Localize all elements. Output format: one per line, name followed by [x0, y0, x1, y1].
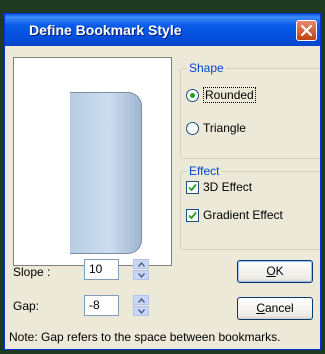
- triangle-radio[interactable]: Triangle: [186, 121, 246, 135]
- gap-spin-up-button[interactable]: [133, 295, 149, 305]
- checkmark-icon: [188, 183, 197, 191]
- rounded-radio-label: Rounded: [203, 87, 256, 103]
- checkmark-icon: [188, 211, 197, 219]
- effect-group-legend: Effect: [189, 164, 220, 178]
- gradient-effect-checkbox-box[interactable]: [186, 208, 199, 222]
- chevron-up-icon: [138, 262, 145, 267]
- slope-label: Slope :: [13, 265, 51, 279]
- shape-group: Shape: [180, 61, 320, 159]
- ok-button[interactable]: OK: [237, 260, 313, 283]
- title-bar[interactable]: Define Bookmark Style: [5, 14, 320, 46]
- close-button[interactable]: [296, 20, 317, 41]
- slope-spinner[interactable]: [133, 259, 149, 280]
- bookmark-preview-shape: [70, 92, 142, 254]
- gradient-effect-checkbox[interactable]: Gradient Effect: [186, 208, 283, 222]
- gradient-effect-label: Gradient Effect: [203, 208, 283, 222]
- slope-spin-up-button[interactable]: [133, 259, 149, 269]
- 3d-effect-checkbox-box[interactable]: [186, 180, 199, 194]
- gap-spin-down-button[interactable]: [133, 306, 149, 316]
- gap-label: Gap:: [13, 299, 40, 313]
- effect-group: Effect: [180, 164, 320, 250]
- cancel-button-accelerator: C: [256, 301, 265, 315]
- shape-group-legend: Shape: [189, 61, 224, 75]
- gap-spinner[interactable]: [133, 295, 149, 316]
- chevron-down-icon: [138, 309, 145, 314]
- close-icon: [300, 24, 313, 37]
- chevron-up-icon: [138, 298, 145, 303]
- 3d-effect-label: 3D Effect: [203, 180, 253, 194]
- rounded-radio[interactable]: Rounded: [186, 87, 256, 103]
- dialog-title: Define Bookmark Style: [29, 22, 182, 38]
- define-bookmark-style-dialog: Define Bookmark Style Shape Rounded Tria…: [4, 13, 321, 350]
- ok-button-accelerator: O: [266, 264, 276, 278]
- bookmark-preview: [13, 57, 172, 266]
- cancel-button[interactable]: Cancel: [237, 297, 313, 320]
- slope-spin-down-button[interactable]: [133, 270, 149, 280]
- triangle-radio-label: Triangle: [203, 121, 246, 135]
- 3d-effect-checkbox[interactable]: 3D Effect: [186, 180, 252, 194]
- ok-button-label: K: [275, 264, 284, 278]
- cancel-button-label: ancel: [264, 301, 294, 315]
- gap-input[interactable]: -8: [84, 295, 119, 316]
- chevron-down-icon: [138, 273, 145, 278]
- triangle-radio-button[interactable]: [186, 121, 199, 135]
- gap-note: Note: Gap refers to the space between bo…: [9, 330, 281, 344]
- slope-input[interactable]: 10: [84, 259, 119, 280]
- rounded-radio-button[interactable]: [186, 88, 199, 102]
